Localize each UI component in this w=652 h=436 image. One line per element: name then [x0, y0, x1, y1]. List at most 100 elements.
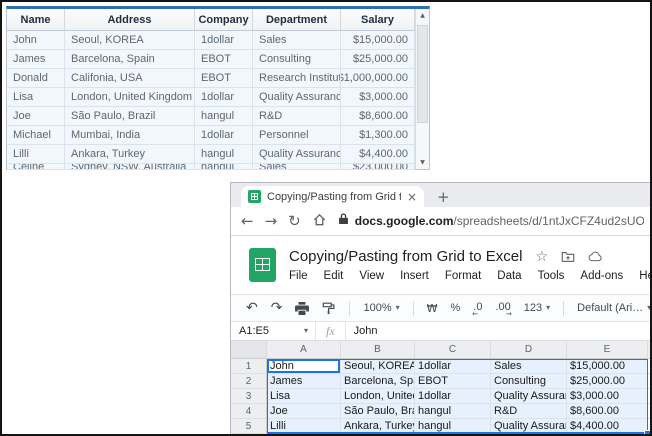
- grid-cell[interactable]: hangul: [195, 164, 253, 170]
- menu-edit[interactable]: Edit: [324, 270, 344, 282]
- grid-cell[interactable]: $3,000.00: [341, 88, 415, 107]
- tab-close-icon[interactable]: ×: [407, 191, 417, 203]
- zoom-select[interactable]: 100%▾: [363, 302, 399, 314]
- grid-cell[interactable]: Quality Assurance: [253, 145, 341, 164]
- table-row[interactable]: Lilli Ankara, Turkey hangul Quality Assu…: [7, 145, 415, 164]
- table-row[interactable]: Lisa London, United Kingdom 1dollar Qual…: [7, 88, 415, 107]
- grid-col-header-name[interactable]: Name: [7, 9, 65, 31]
- print-icon[interactable]: [295, 302, 309, 315]
- grid-cell[interactable]: Consulting: [253, 50, 341, 69]
- omnibox[interactable]: docs.google.com/spreadsheets/d/1ntJxCFZ4…: [338, 212, 644, 230]
- table-row-partial[interactable]: Celine Sydney, NSW, Australia hangul Sal…: [7, 164, 415, 170]
- row-header[interactable]: 2: [231, 374, 267, 389]
- grid-cell[interactable]: Barcelona, Spain: [65, 50, 195, 69]
- row-header[interactable]: 4: [231, 404, 267, 419]
- menu-add-ons[interactable]: Add-ons: [580, 270, 623, 282]
- row-header[interactable]: 5: [231, 419, 267, 434]
- reload-icon[interactable]: ↻: [288, 214, 301, 229]
- col-header-b[interactable]: B: [341, 341, 415, 359]
- table-row[interactable]: John Seoul, KOREA 1dollar Sales $15,000.…: [7, 31, 415, 50]
- select-all-corner[interactable]: [231, 341, 267, 359]
- grid-cell[interactable]: Sales: [253, 31, 341, 50]
- grid-cell[interactable]: São Paulo, Brazil: [65, 107, 195, 126]
- grid-cell[interactable]: Donald: [7, 69, 65, 88]
- sheet-cell[interactable]: [648, 389, 652, 404]
- sheet-cell[interactable]: São Paulo, Brazil: [341, 404, 415, 419]
- table-row[interactable]: Michael Mumbai, India 1dollar Personnel …: [7, 126, 415, 145]
- scroll-down-icon[interactable]: ▼: [416, 156, 429, 169]
- table-row[interactable]: Donald Califonia, USA EBOT Research Inst…: [7, 69, 415, 88]
- sheet-cell[interactable]: Sales: [491, 359, 567, 374]
- sheet-cell[interactable]: Quality Assurance: [491, 419, 567, 434]
- sheets-logo-icon[interactable]: [249, 248, 276, 282]
- grid-cell[interactable]: 1dollar: [195, 31, 253, 50]
- grid-cell[interactable]: Michael: [7, 126, 65, 145]
- menu-tools[interactable]: Tools: [538, 270, 565, 282]
- sheet-cell[interactable]: Seoul, KOREA: [341, 359, 415, 374]
- decrease-decimals-button[interactable]: .0←: [473, 301, 482, 315]
- grid-cell[interactable]: 1dollar: [195, 126, 253, 145]
- sheet-cell[interactable]: London, United Kingdom: [341, 389, 415, 404]
- sheet-cell[interactable]: R&D: [491, 404, 567, 419]
- col-header-d[interactable]: D: [491, 341, 567, 359]
- sheet-cell[interactable]: 1dollar: [415, 359, 491, 374]
- sheet-cell[interactable]: $4,400.00: [567, 419, 648, 434]
- grid-cell[interactable]: Seoul, KOREA: [65, 31, 195, 50]
- table-row[interactable]: Joe São Paulo, Brazil hangul R&D $8,600.…: [7, 107, 415, 126]
- increase-decimals-button[interactable]: .00→: [495, 301, 510, 315]
- sheet-cell[interactable]: $15,000.00: [567, 359, 648, 374]
- grid-cell[interactable]: hangul: [195, 107, 253, 126]
- move-to-folder-icon[interactable]: [561, 250, 575, 263]
- grid-col-header-salary[interactable]: Salary: [341, 9, 415, 31]
- grid-cell[interactable]: Sydney, NSW, Australia: [65, 164, 195, 170]
- grid-cell[interactable]: $4,400.00: [341, 145, 415, 164]
- table-row[interactable]: James Barcelona, Spain EBOT Consulting $…: [7, 50, 415, 69]
- row-header[interactable]: 3: [231, 389, 267, 404]
- grid-cell[interactable]: $1,300.00: [341, 126, 415, 145]
- grid-cell[interactable]: Califonia, USA: [65, 69, 195, 88]
- col-header-e[interactable]: E: [567, 341, 648, 359]
- home-icon[interactable]: [312, 212, 327, 231]
- star-icon[interactable]: ☆: [535, 250, 548, 264]
- sheet-cell[interactable]: James: [267, 374, 341, 389]
- more-formats-button[interactable]: 123▾: [524, 302, 550, 314]
- sheet-cell[interactable]: Lilli: [267, 419, 341, 434]
- scrollbar-thumb[interactable]: [417, 25, 428, 123]
- sheet-cell[interactable]: Lisa: [267, 389, 341, 404]
- grid-vertical-scrollbar[interactable]: ▲ ▼: [415, 9, 429, 169]
- grid-cell[interactable]: Lisa: [7, 88, 65, 107]
- grid-cell[interactable]: $25,000.00: [341, 50, 415, 69]
- sheet-cell[interactable]: hangul: [415, 419, 491, 434]
- formula-input[interactable]: John: [346, 325, 378, 337]
- sheet-cell[interactable]: $8,600.00: [567, 404, 648, 419]
- menu-insert[interactable]: Insert: [400, 270, 429, 282]
- name-box[interactable]: A1:E5: [231, 325, 297, 337]
- menu-format[interactable]: Format: [445, 270, 481, 282]
- grid-cell[interactable]: Ankara, Turkey: [65, 145, 195, 164]
- grid-col-header-address[interactable]: Address: [65, 9, 195, 31]
- sheet-cell[interactable]: Ankara, Turkey: [341, 419, 415, 434]
- sheet-cell[interactable]: [648, 374, 652, 389]
- scroll-up-icon[interactable]: ▲: [416, 9, 429, 22]
- sheet-cell[interactable]: EBOT: [415, 374, 491, 389]
- col-header-c[interactable]: C: [415, 341, 491, 359]
- grid-cell[interactable]: $23,000.00: [341, 164, 415, 170]
- new-tab-button[interactable]: +: [437, 190, 450, 205]
- browser-tab[interactable]: Copying/Pasting from Grid to E ×: [241, 186, 424, 207]
- undo-icon[interactable]: ↶: [246, 301, 258, 315]
- sheet-cell[interactable]: Joe: [267, 404, 341, 419]
- font-select[interactable]: Default (Ari…▾: [577, 302, 651, 314]
- grid-cell[interactable]: John: [7, 31, 65, 50]
- scrollbar-track[interactable]: [416, 22, 429, 156]
- grid-cell[interactable]: Celine: [7, 164, 65, 170]
- grid-cell[interactable]: $8,600.00: [341, 107, 415, 126]
- grid-cell[interactable]: hangul: [195, 145, 253, 164]
- sheet-cell[interactable]: Barcelona, Spain: [341, 374, 415, 389]
- row-header[interactable]: 1: [231, 359, 267, 374]
- grid-cell[interactable]: EBOT: [195, 69, 253, 88]
- menu-data[interactable]: Data: [497, 270, 521, 282]
- grid-cell[interactable]: Sales: [253, 164, 341, 170]
- grid-cell[interactable]: Mumbai, India: [65, 126, 195, 145]
- lock-icon[interactable]: [338, 212, 349, 230]
- redo-icon[interactable]: ↷: [271, 301, 283, 315]
